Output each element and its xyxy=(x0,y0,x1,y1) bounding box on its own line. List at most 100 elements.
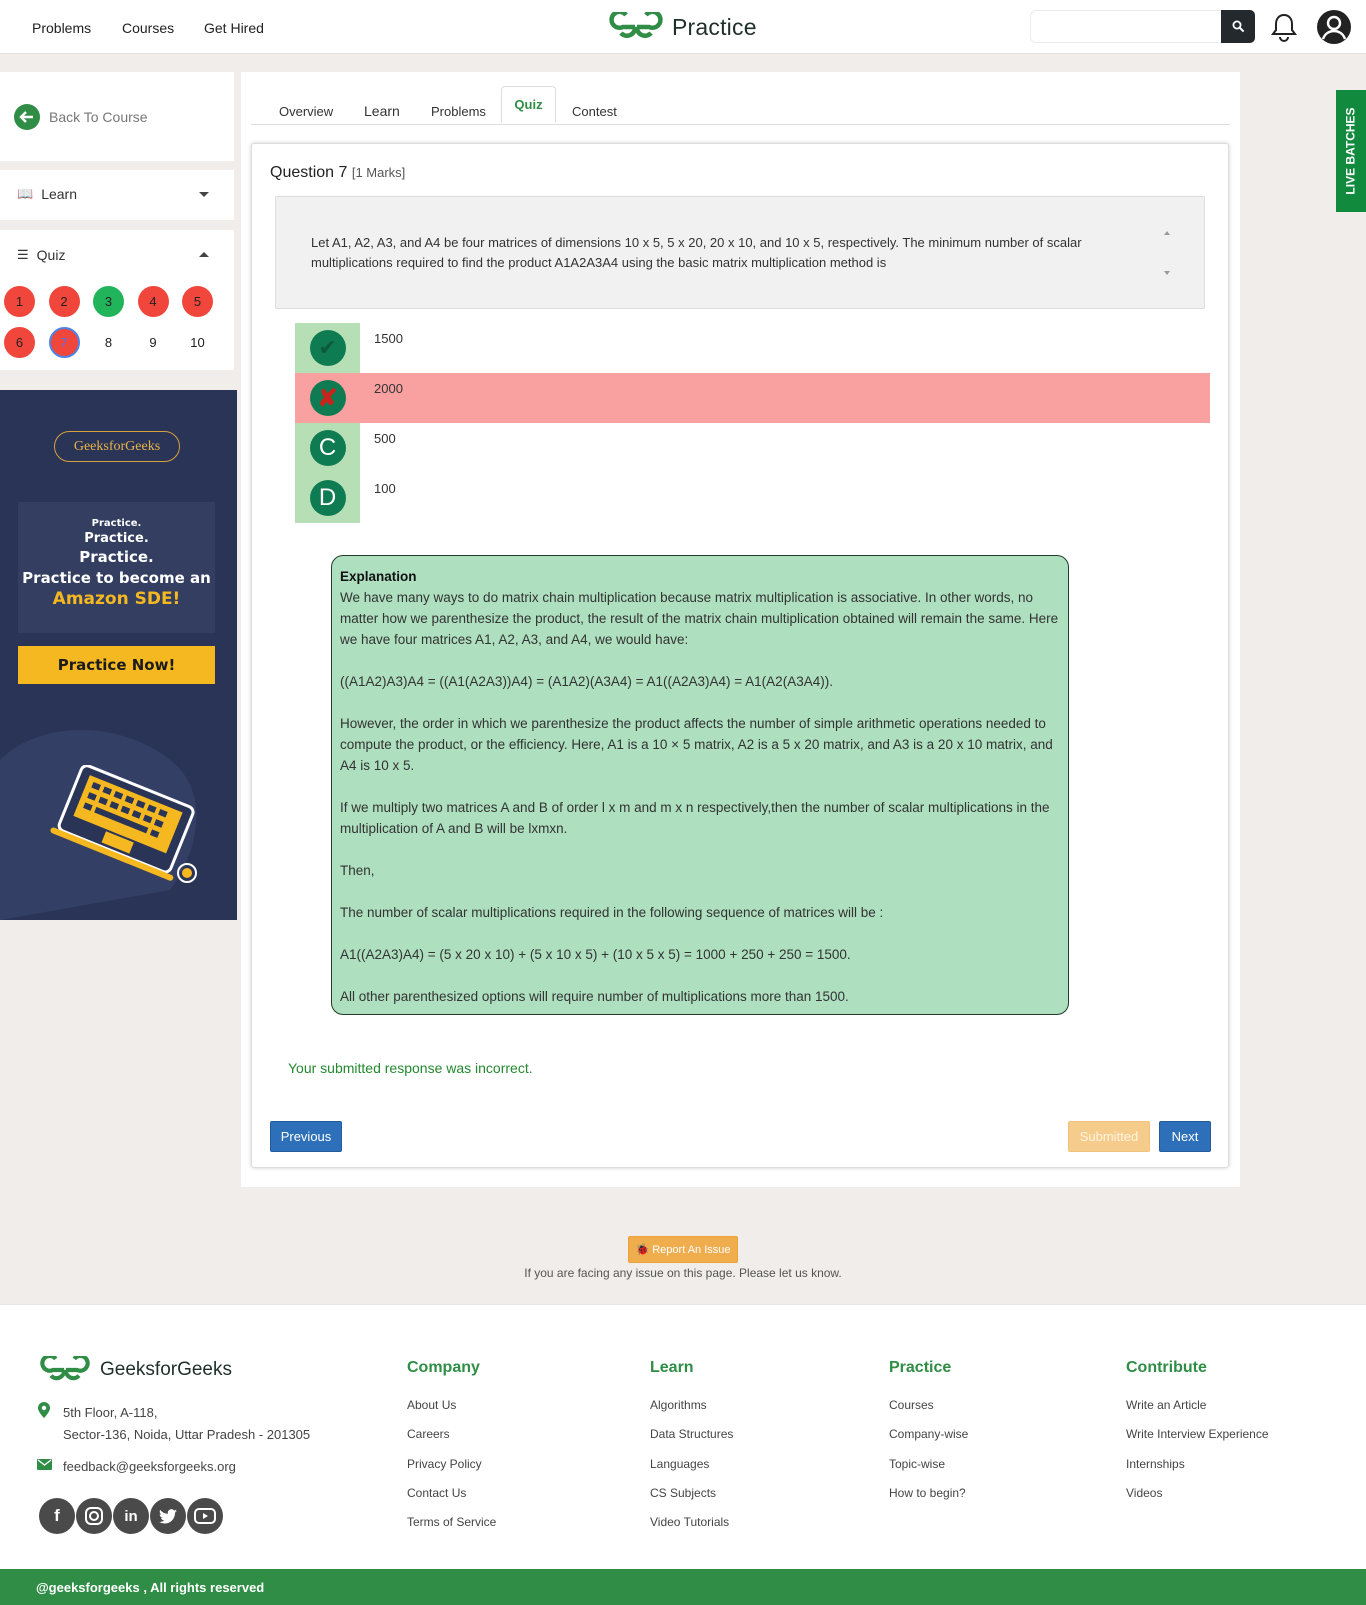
mail-icon xyxy=(37,1457,52,1475)
search-input[interactable] xyxy=(1030,10,1222,43)
question-number-1[interactable]: 1 xyxy=(4,286,35,317)
footer-link-how-to-begin[interactable]: How to begin? xyxy=(889,1486,966,1500)
question-number-9[interactable]: 9 xyxy=(138,327,169,358)
copyright-bar: @geeksforgeeks , All rights reserved xyxy=(0,1569,1366,1605)
footer-link-about-us[interactable]: About Us xyxy=(407,1398,456,1412)
footer-link-cs-subjects[interactable]: CS Subjects xyxy=(650,1486,716,1500)
check-icon: ✔ xyxy=(309,330,346,366)
back-to-course-button[interactable]: Back To Course xyxy=(14,104,148,130)
practice-now-button[interactable]: Practice Now! xyxy=(18,646,215,684)
nav-courses[interactable]: Courses xyxy=(122,20,174,36)
explanation-paragraph-1: We have many ways to do matrix chain mul… xyxy=(340,590,1059,647)
footer-link-topic-wise[interactable]: Topic-wise xyxy=(889,1457,945,1471)
youtube-icon[interactable] xyxy=(187,1498,223,1534)
footer-practice-heading: Practice xyxy=(889,1359,952,1376)
letter-c-icon: C xyxy=(309,430,346,466)
ad-line-1: Practice. xyxy=(91,518,142,529)
submitted-button[interactable]: Submitted xyxy=(1068,1121,1150,1152)
chevron-up-icon[interactable] xyxy=(199,252,209,257)
facebook-icon[interactable]: f xyxy=(39,1498,75,1534)
question-number-10[interactable]: 10 xyxy=(182,327,213,358)
footer-learn-heading: Learn xyxy=(650,1359,694,1376)
tab-quiz[interactable]: Quiz xyxy=(501,86,556,123)
tab-problems[interactable]: Problems xyxy=(431,104,486,119)
ad-brand-logo: GeeksforGeeks xyxy=(54,431,180,462)
gfg-logo-icon xyxy=(40,1356,90,1381)
question-number-6[interactable]: 6 xyxy=(4,327,35,358)
user-avatar-icon[interactable] xyxy=(1316,9,1352,45)
explanation-title: Explanation xyxy=(340,569,417,584)
explanation-paragraph-2: ((A1A2)A3)A4 = ((A1(A2A3))A4) = (A1A2)(A… xyxy=(340,674,833,689)
notification-bell-icon[interactable] xyxy=(1270,12,1298,47)
option-a-marker: ✔ xyxy=(295,323,360,373)
search-button[interactable] xyxy=(1221,10,1255,43)
nav-get-hired[interactable]: Get Hired xyxy=(204,20,264,36)
question-number-4[interactable]: 4 xyxy=(137,286,169,317)
address-line-1: 5th Floor, A-118, xyxy=(63,1405,158,1420)
footer-link-privacy-policy[interactable]: Privacy Policy xyxy=(407,1457,482,1471)
tab-contest[interactable]: Contest xyxy=(572,104,617,119)
footer-link-algorithms[interactable]: Algorithms xyxy=(650,1398,707,1412)
footer-link-terms[interactable]: Terms of Service xyxy=(407,1515,496,1529)
tab-divider xyxy=(251,124,1230,125)
result-message: Your submitted response was incorrect. xyxy=(288,1060,533,1076)
nav-problems[interactable]: Problems xyxy=(32,20,91,36)
question-number-2[interactable]: 2 xyxy=(48,286,80,317)
footer-link-video-tutorials[interactable]: Video Tutorials xyxy=(650,1515,729,1529)
next-button[interactable]: Next xyxy=(1159,1121,1211,1152)
option-d[interactable]: D 100 xyxy=(295,473,1210,523)
search-icon xyxy=(1232,20,1244,33)
logo-text: Practice xyxy=(672,13,757,40)
footer-link-data-structures[interactable]: Data Structures xyxy=(650,1427,733,1441)
footer-link-videos[interactable]: Videos xyxy=(1126,1486,1162,1500)
previous-button[interactable]: Previous xyxy=(270,1121,342,1152)
footer-link-write-article[interactable]: Write an Article xyxy=(1126,1398,1206,1412)
tab-learn[interactable]: Learn xyxy=(364,103,400,119)
linkedin-icon[interactable]: in xyxy=(113,1498,149,1534)
footer-link-company-wise[interactable]: Company-wise xyxy=(889,1427,968,1441)
ad-line-5: Amazon SDE! xyxy=(52,589,181,609)
twitter-icon[interactable] xyxy=(150,1498,186,1534)
question-number-8[interactable]: 8 xyxy=(93,327,124,358)
learn-section[interactable]: 📖 Learn xyxy=(0,170,234,220)
list-icon: ☰ xyxy=(17,247,29,262)
letter-d-icon: D xyxy=(309,480,346,516)
quiz-section-label: Quiz xyxy=(36,247,66,263)
back-to-course-label: Back To Course xyxy=(49,109,148,125)
live-batches-tab[interactable]: LIVE BATCHES xyxy=(1336,90,1366,212)
footer-logo[interactable]: GeeksforGeeks xyxy=(39,1356,232,1384)
option-b-text: 2000 xyxy=(374,381,403,396)
location-pin-icon xyxy=(38,1402,50,1423)
question-number-7[interactable]: 7 xyxy=(48,327,80,358)
footer-link-careers[interactable]: Careers xyxy=(407,1427,450,1441)
report-issue-button[interactable]: 🐞 Report An Issue xyxy=(628,1236,738,1263)
option-a-text: 1500 xyxy=(374,331,403,346)
option-a[interactable]: ✔ 1500 xyxy=(295,323,1210,373)
practice-logo[interactable]: Practice xyxy=(608,10,757,44)
footer-link-contact-us[interactable]: Contact Us xyxy=(407,1486,466,1500)
address-line-2: Sector-136, Noida, Uttar Pradesh - 20130… xyxy=(63,1427,311,1442)
question-text: Let A1, A2, A3, and A4 be four matrices … xyxy=(311,235,1082,270)
footer-company-heading: Company xyxy=(407,1359,480,1376)
chevron-down-icon xyxy=(199,192,209,197)
option-b-marker: ✘ xyxy=(295,373,360,423)
cross-icon: ✘ xyxy=(309,380,346,416)
question-grid: 1 2 3 4 5 6 7 8 9 10 xyxy=(4,286,224,358)
ad-line-4: Practice to become an xyxy=(22,569,211,587)
scroll-down-arrow-icon[interactable] xyxy=(1164,271,1170,275)
footer-link-interview-experience[interactable]: Write Interview Experience xyxy=(1126,1427,1269,1441)
option-b[interactable]: ✘ 2000 xyxy=(295,373,1210,423)
learn-section-label: Learn xyxy=(41,186,77,202)
question-number-5[interactable]: 5 xyxy=(182,286,213,317)
footer-link-internships[interactable]: Internships xyxy=(1126,1457,1185,1471)
instagram-icon[interactable] xyxy=(76,1498,112,1534)
option-d-marker: D xyxy=(295,473,360,523)
footer-link-courses[interactable]: Courses xyxy=(889,1398,934,1412)
footer-email[interactable]: feedback@geeksforgeeks.org xyxy=(63,1456,236,1478)
footer-link-languages[interactable]: Languages xyxy=(650,1457,709,1471)
scroll-up-arrow-icon[interactable] xyxy=(1164,231,1170,235)
option-c[interactable]: C 500 xyxy=(295,423,1210,473)
tab-overview[interactable]: Overview xyxy=(279,104,333,119)
question-number-3[interactable]: 3 xyxy=(93,286,124,317)
question-marks: [1 Marks] xyxy=(351,165,406,180)
